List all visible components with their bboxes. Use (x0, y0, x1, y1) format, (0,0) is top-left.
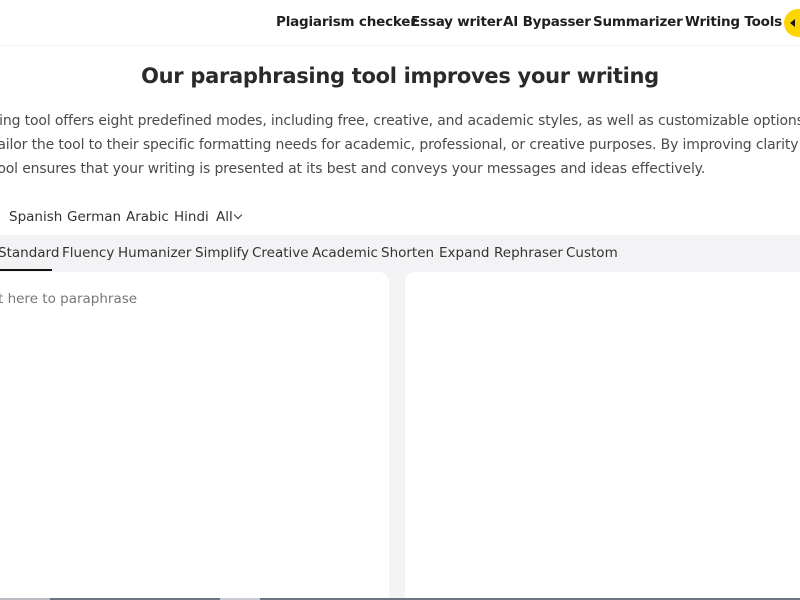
nav-ai-bypasser[interactable]: AI Bypasser (503, 14, 591, 30)
tab-rephraser[interactable]: Rephraser (494, 245, 563, 261)
page-title: Our paraphrasing tool improves your writ… (141, 64, 659, 88)
language-spanish[interactable]: Spanish (9, 209, 62, 225)
active-tab-indicator (0, 269, 52, 271)
tab-fluency[interactable]: Fluency (62, 245, 114, 261)
tab-custom[interactable]: Custom (566, 245, 618, 261)
tab-academic[interactable]: Academic (312, 245, 378, 261)
nav-essay-writer[interactable]: Essay writer (411, 14, 502, 30)
chevron-down-icon (233, 210, 243, 220)
tab-standard[interactable]: Standard (0, 245, 59, 261)
tab-creative[interactable]: Creative (252, 245, 309, 261)
arrow-left-icon (790, 19, 795, 27)
tab-simplify[interactable]: Simplify (195, 245, 249, 261)
output-text-area (405, 272, 800, 600)
tab-expand[interactable]: Expand (439, 245, 490, 261)
language-all-dropdown[interactable]: All (216, 209, 233, 225)
input-text-area[interactable]: xt here to paraphrase (0, 272, 389, 600)
tab-shorten[interactable]: Shorten (381, 245, 434, 261)
nav-plagiarism-checker[interactable]: Plagiarism checker (276, 14, 417, 30)
nav-summarizer[interactable]: Summarizer (593, 14, 683, 30)
language-arabic[interactable]: Arabic (126, 209, 169, 225)
nav-writing-tools[interactable]: Writing Tools (685, 14, 782, 30)
top-navigation: Plagiarism checker Essay writer AI Bypas… (0, 0, 800, 46)
language-hindi[interactable]: Hindi (174, 209, 209, 225)
input-placeholder: xt here to paraphrase (0, 291, 138, 307)
cta-button[interactable] (784, 9, 800, 37)
tab-humanizer[interactable]: Humanizer (118, 245, 191, 261)
editor-workspace: xt here to paraphrase (0, 272, 800, 600)
intro-line-3: tool ensures that your writing is presen… (0, 161, 706, 177)
mode-tabs: Standard Fluency Humanizer Simplify Crea… (0, 235, 800, 272)
intro-line-1: sing tool offers eight predefined modes,… (0, 113, 800, 129)
intro-line-2: tailor the tool to their specific format… (0, 137, 800, 153)
language-german[interactable]: German (67, 209, 121, 225)
